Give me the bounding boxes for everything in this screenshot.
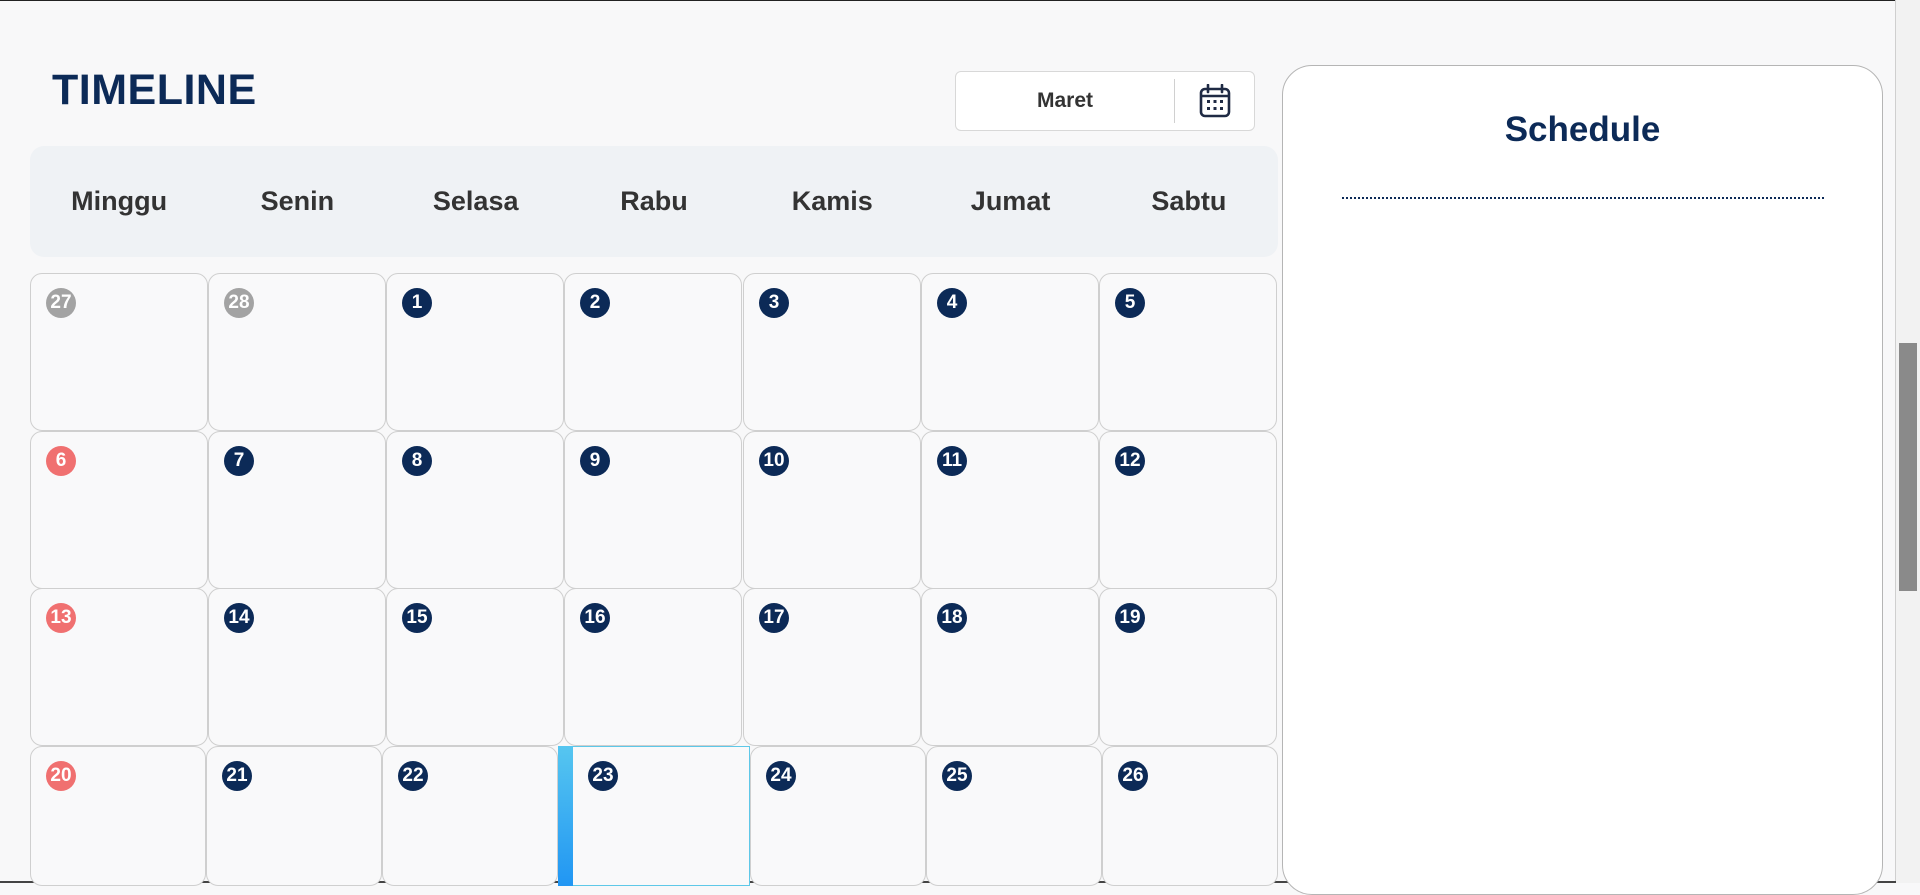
- weekday-header: Sabtu: [1151, 186, 1227, 216]
- schedule-divider: [1342, 197, 1824, 199]
- calendar-day-today[interactable]: 23: [573, 746, 750, 886]
- day-number-badge: 25: [942, 761, 972, 791]
- day-number-badge: 16: [580, 603, 610, 633]
- calendar-day[interactable]: 14: [208, 588, 386, 746]
- calendar-day[interactable]: 19: [1099, 588, 1277, 746]
- calendar-day[interactable]: 9: [564, 431, 742, 589]
- day-number-badge: 19: [1115, 603, 1145, 633]
- weekday-header: Minggu: [71, 186, 168, 216]
- day-number-badge: 5: [1115, 288, 1145, 318]
- day-number-badge: 8: [402, 446, 432, 476]
- weekday-header: Senin: [260, 186, 335, 216]
- weekday-header: Rabu: [620, 186, 688, 216]
- day-number-badge: 11: [937, 446, 967, 476]
- calendar-day[interactable]: 4: [921, 273, 1099, 431]
- calendar-day[interactable]: 8: [386, 431, 564, 589]
- top-border: [0, 0, 1896, 1]
- day-number-badge: 26: [1118, 761, 1148, 791]
- calendar-day[interactable]: 3: [743, 273, 921, 431]
- day-number-badge: 23: [588, 761, 618, 791]
- today-indicator: [558, 746, 573, 886]
- calendar-day[interactable]: 12: [1099, 431, 1277, 589]
- day-number-badge: 21: [222, 761, 252, 791]
- day-number-badge: 27: [46, 288, 76, 318]
- month-select-value[interactable]: Maret: [956, 89, 1174, 113]
- calendar-day[interactable]: 18: [921, 588, 1099, 746]
- scrollbar-thumb[interactable]: [1899, 343, 1917, 591]
- calendar-day[interactable]: 21: [206, 746, 382, 886]
- calendar-day[interactable]: 1: [386, 273, 564, 431]
- day-number-badge: 2: [580, 288, 610, 318]
- calendar-day[interactable]: 27: [30, 273, 208, 431]
- day-number-badge: 15: [402, 603, 432, 633]
- day-number-badge: 24: [766, 761, 796, 791]
- month-picker[interactable]: Maret: [955, 71, 1255, 131]
- calendar-day[interactable]: 25: [926, 746, 1102, 886]
- calendar-day[interactable]: 24: [750, 746, 926, 886]
- day-number-badge: 13: [46, 603, 76, 633]
- calendar-icon[interactable]: [1175, 84, 1254, 118]
- calendar-day[interactable]: 7: [208, 431, 386, 589]
- schedule-title: Schedule: [1504, 110, 1661, 149]
- calendar-day[interactable]: 17: [743, 588, 921, 746]
- weekday-header-bar: Minggu Senin Selasa Rabu Kamis Jumat Sabtu: [30, 146, 1278, 257]
- day-number-badge: 7: [224, 446, 254, 476]
- day-number-badge: 20: [46, 761, 76, 791]
- day-number-badge: 28: [224, 288, 254, 318]
- schedule-panel: Schedule: [1282, 65, 1883, 895]
- calendar-day[interactable]: 6: [30, 431, 208, 589]
- calendar-day[interactable]: 10: [743, 431, 921, 589]
- calendar-day[interactable]: 20: [30, 746, 206, 886]
- day-number-badge: 14: [224, 603, 254, 633]
- day-number-badge: 1: [402, 288, 432, 318]
- calendar-day[interactable]: 28: [208, 273, 386, 431]
- day-number-badge: 18: [937, 603, 967, 633]
- calendar-day[interactable]: 5: [1099, 273, 1277, 431]
- day-number-badge: 3: [759, 288, 789, 318]
- weekday-header: Jumat: [970, 186, 1051, 216]
- day-number-badge: 22: [398, 761, 428, 791]
- day-number-badge: 17: [759, 603, 789, 633]
- calendar-day[interactable]: 16: [564, 588, 742, 746]
- page-title: TIMELINE: [52, 66, 257, 114]
- weekday-header: Selasa: [432, 186, 519, 216]
- calendar-day[interactable]: 26: [1102, 746, 1278, 886]
- calendar-day[interactable]: 2: [564, 273, 742, 431]
- weekday-header: Kamis: [791, 186, 873, 216]
- calendar-day[interactable]: 13: [30, 588, 208, 746]
- day-number-badge: 4: [937, 288, 967, 318]
- day-number-badge: 12: [1115, 446, 1145, 476]
- calendar-day[interactable]: 15: [386, 588, 564, 746]
- calendar-day[interactable]: 11: [921, 431, 1099, 589]
- calendar-day[interactable]: 22: [382, 746, 558, 886]
- day-number-badge: 6: [46, 446, 76, 476]
- day-number-badge: 10: [759, 446, 789, 476]
- day-number-badge: 9: [580, 446, 610, 476]
